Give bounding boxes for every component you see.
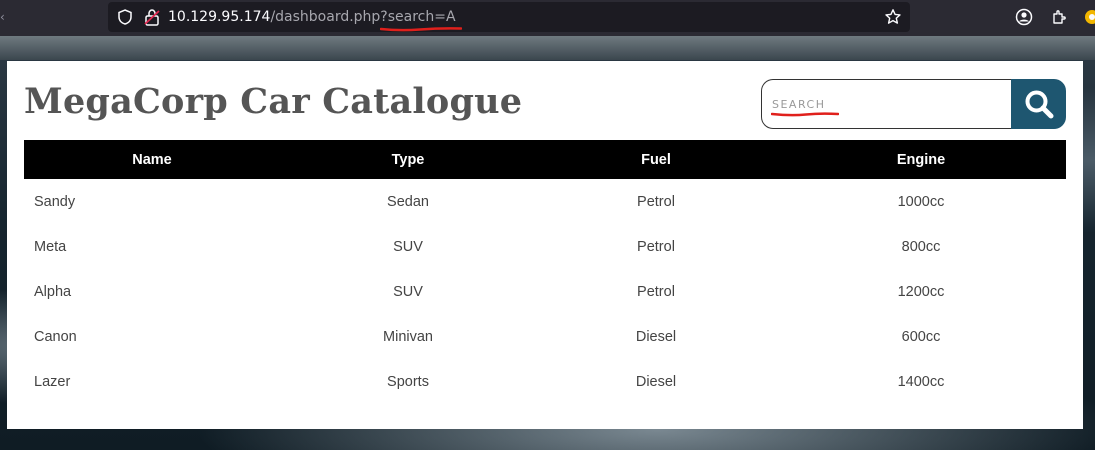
table-row: Meta SUV Petrol 800cc xyxy=(24,224,1066,269)
table-row: Sandy Sedan Petrol 1000cc xyxy=(24,179,1066,224)
cell-engine: 600cc xyxy=(901,328,941,345)
cell-fuel: Diesel xyxy=(635,373,677,390)
cell-type: Sedan xyxy=(387,193,429,210)
url-host: 10.129.95.174 xyxy=(168,9,271,25)
bookmark-star-icon[interactable] xyxy=(884,8,902,26)
cell-type: SUV xyxy=(393,238,423,255)
column-header-type: Type xyxy=(391,151,425,168)
cell-type: SUV xyxy=(393,283,423,300)
search-input[interactable] xyxy=(761,79,1011,129)
table-row: Alpha SUV Petrol 1200cc xyxy=(24,269,1066,314)
column-header-name: Name xyxy=(132,151,172,168)
back-arrow-icon[interactable]: ‹ xyxy=(0,8,6,26)
search-icon xyxy=(1025,90,1053,119)
cell-engine: 1400cc xyxy=(897,373,945,390)
insecure-lock-icon[interactable] xyxy=(144,8,160,26)
url-bar[interactable]: 10.129.95.174/dashboard.php?search=A xyxy=(108,2,910,32)
table-row: Lazer Sports Diesel 1400cc xyxy=(24,359,1066,404)
cell-engine: 1200cc xyxy=(897,283,945,300)
cell-type: Minivan xyxy=(383,328,433,345)
url-text[interactable]: 10.129.95.174/dashboard.php?search=A xyxy=(168,7,456,27)
cell-fuel: Petrol xyxy=(637,193,675,210)
car-table: Name Type Fuel Engine Sandy Sedan Petrol… xyxy=(24,140,1066,404)
url-path: /dashboard.php?search=A xyxy=(270,9,456,25)
search-button[interactable] xyxy=(1011,79,1066,129)
cell-name: Meta xyxy=(34,238,67,255)
table-row: Canon Minivan Diesel 600cc xyxy=(24,314,1066,359)
browser-toolbar: ‹ 10.129.95.174/dashboard.php?search=A xyxy=(0,0,1095,36)
cell-engine: 1000cc xyxy=(897,193,945,210)
cell-engine: 800cc xyxy=(901,238,941,255)
cell-fuel: Diesel xyxy=(635,328,677,345)
column-header-fuel: Fuel xyxy=(641,151,671,168)
column-header-engine: Engine xyxy=(896,151,946,168)
cell-name: Sandy xyxy=(34,193,76,210)
cell-fuel: Petrol xyxy=(637,283,675,300)
cell-fuel: Petrol xyxy=(637,238,675,255)
page-title: MegaCorp Car Catalogue xyxy=(24,81,523,122)
cell-type: Sports xyxy=(387,373,429,390)
cell-name: Canon xyxy=(34,328,77,345)
background-top-strip xyxy=(0,36,1095,60)
cell-name: Lazer xyxy=(34,373,71,390)
cell-name: Alpha xyxy=(34,283,72,300)
red-annotation-underline xyxy=(380,27,462,32)
red-annotation-underline xyxy=(771,112,839,117)
extension-partial-icon[interactable] xyxy=(1083,8,1095,26)
tracking-shield-icon[interactable] xyxy=(116,8,134,26)
table-header-row: Name Type Fuel Engine xyxy=(24,140,1066,179)
extensions-icon[interactable] xyxy=(1051,8,1069,26)
catalogue-card: MegaCorp Car Catalogue Name Type Fuel En… xyxy=(7,61,1083,429)
account-icon[interactable] xyxy=(1015,8,1033,26)
